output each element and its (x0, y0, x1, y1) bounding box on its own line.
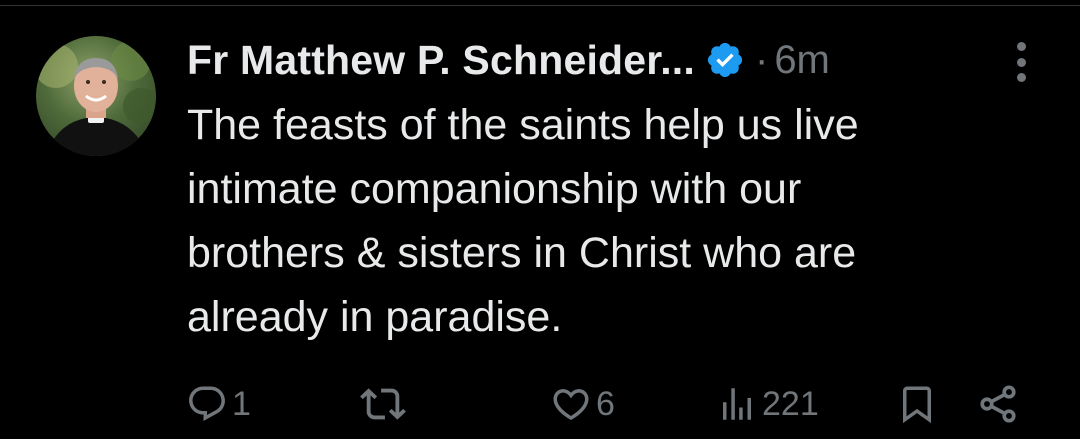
tweet-header: Fr Matthew P. Schneider... · 6m (187, 32, 830, 88)
repost-button[interactable] (360, 380, 410, 428)
more-vertical-icon-dot (1016, 57, 1026, 67)
tweet-text-line: The feasts of the saints help us live (187, 101, 859, 149)
share-button[interactable] (976, 380, 1020, 428)
views-count: 221 (762, 384, 819, 423)
more-vertical-icon-dot (1016, 73, 1026, 82)
tweet-actions: 1 6 221 (0, 380, 1080, 428)
separator-dot: · (754, 37, 769, 82)
views-bar-chart-icon (716, 383, 758, 425)
tweet[interactable]: Fr Matthew P. Schneider... · 6m The feas… (0, 0, 1080, 439)
reply-count: 1 (232, 384, 251, 423)
tweet-text: The feasts of the saints help us live in… (187, 93, 1047, 349)
avatar[interactable] (36, 36, 156, 156)
bookmark-button[interactable] (896, 380, 938, 428)
heart-icon (550, 383, 592, 425)
more-vertical-icon-dot (1016, 42, 1026, 51)
like-count: 6 (596, 384, 615, 423)
reply-bubble-icon (186, 383, 228, 425)
like-button[interactable]: 6 (550, 380, 615, 428)
share-icon (976, 382, 1020, 426)
tweet-text-line: intimate companionship with our (187, 165, 802, 213)
author-name[interactable]: Fr Matthew P. Schneider... (187, 37, 695, 84)
tweet-text-line: already in paradise. (187, 293, 563, 341)
reply-button[interactable]: 1 (186, 380, 251, 428)
verified-check-icon (705, 40, 745, 80)
timestamp[interactable]: 6m (774, 38, 830, 83)
bookmark-icon (896, 383, 938, 425)
tweet-text-line: brothers & sisters in Christ who are (187, 229, 857, 277)
repost-icon (360, 381, 406, 427)
views-button[interactable]: 221 (716, 380, 819, 428)
more-options-button[interactable] (1004, 40, 1038, 84)
